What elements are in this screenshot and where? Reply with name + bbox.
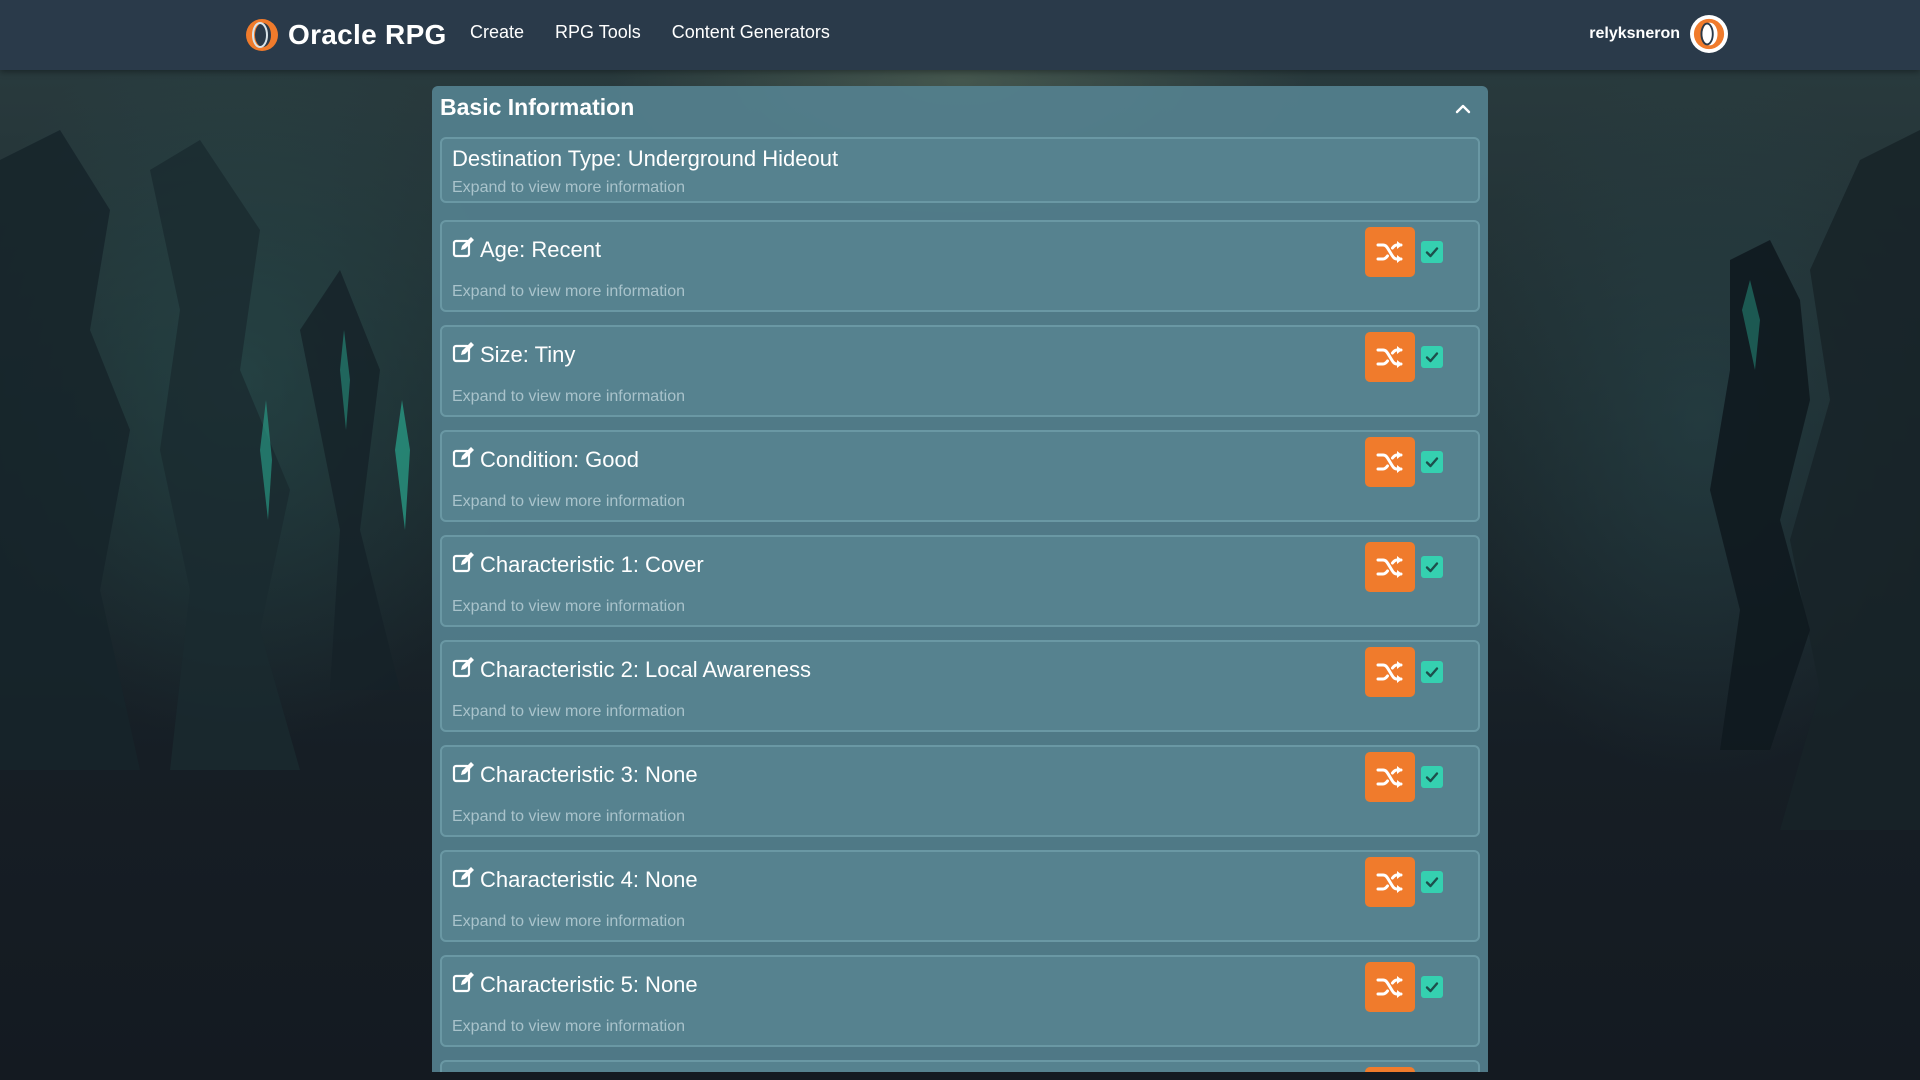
attribute-card-4[interactable]: Characteristic 1: Cover Expand to view m…: [440, 535, 1480, 627]
edit-square-icon[interactable]: [452, 655, 476, 679]
shuffle-button[interactable]: [1365, 647, 1415, 697]
attribute-card-2[interactable]: Size: Tiny Expand to view more informati…: [440, 325, 1480, 417]
attribute-card-1[interactable]: Age: Recent Expand to view more informat…: [440, 220, 1480, 312]
shuffle-button[interactable]: [1365, 542, 1415, 592]
cave-silhouette-left: [0, 130, 410, 770]
attribute-title: Characteristic 5: None: [480, 972, 698, 997]
include-checkbox[interactable]: [1421, 451, 1443, 473]
include-checkbox[interactable]: [1421, 976, 1443, 998]
attribute-subtitle: Expand to view more information: [452, 913, 685, 930]
attribute-title: Age: Recent: [480, 237, 602, 262]
include-checkbox[interactable]: [1421, 241, 1443, 263]
nav-link-rpg-tools[interactable]: RPG Tools: [555, 22, 641, 43]
brand-name: Oracle RPG: [288, 19, 447, 50]
user-menu[interactable]: relyksneron: [1589, 15, 1728, 53]
panel-title: Basic Information: [440, 94, 635, 120]
attribute-title: Characteristic 3: None: [480, 762, 698, 787]
checkbox-checked-icon: [1425, 352, 1439, 363]
edit-square-icon[interactable]: [452, 235, 476, 259]
list-item[interactable]: [440, 1060, 1480, 1072]
attribute-card-head: Characteristic 5: None: [452, 972, 698, 998]
shuffle-button[interactable]: [1365, 962, 1415, 1012]
attribute-subtitle: Expand to view more information: [452, 703, 685, 720]
cave-silhouette-right: [1710, 130, 1920, 830]
attribute-title: Characteristic 1: Cover: [480, 552, 704, 577]
shuffle-icon: [1376, 976, 1403, 998]
attribute-title: Condition: Good: [480, 447, 639, 472]
nav-link-content-generators[interactable]: Content Generators: [672, 22, 830, 43]
include-checkbox[interactable]: [1421, 346, 1443, 368]
brand-home-link[interactable]: Oracle RPG: [244, 16, 447, 54]
include-checkbox[interactable]: [1421, 556, 1443, 578]
edit-square-icon[interactable]: [452, 445, 476, 469]
panel-header[interactable]: Basic Information: [432, 86, 1488, 134]
checkbox-checked-icon: [1425, 562, 1439, 573]
edit-square-icon[interactable]: [452, 970, 476, 994]
edit-square-icon[interactable]: [452, 340, 476, 364]
attribute-subtitle: Expand to view more information: [452, 283, 685, 300]
checkbox-checked-icon: [1425, 772, 1439, 783]
attribute-card-8[interactable]: Characteristic 5: None Expand to view mo…: [440, 955, 1480, 1047]
attribute-card-6[interactable]: Characteristic 3: None Expand to view mo…: [440, 745, 1480, 837]
shuffle-button[interactable]: [1365, 332, 1415, 382]
attribute-title: Characteristic 4: None: [480, 867, 698, 892]
checkbox-checked-icon: [1425, 457, 1439, 468]
include-checkbox[interactable]: [1421, 661, 1443, 683]
destination-type-title: Destination Type: Underground Hideout: [452, 146, 839, 171]
attribute-card-3[interactable]: Condition: Good Expand to view more info…: [440, 430, 1480, 522]
shuffle-button[interactable]: [1365, 857, 1415, 907]
attribute-card-head: Size: Tiny: [452, 342, 575, 368]
shuffle-button[interactable]: [1365, 437, 1415, 487]
attribute-card-head: Characteristic 1: Cover: [452, 552, 704, 578]
username: relyksneron: [1589, 25, 1680, 42]
oracle-ring-avatar-icon: [1693, 18, 1725, 50]
destination-type-card[interactable]: Destination Type: Underground Hideout Ex…: [440, 137, 1480, 203]
shuffle-button[interactable]: [1365, 1067, 1415, 1072]
attribute-subtitle: Expand to view more information: [452, 808, 685, 825]
attribute-card-7[interactable]: Characteristic 4: None Expand to view mo…: [440, 850, 1480, 942]
chevron-up-icon[interactable]: [1452, 98, 1474, 120]
attribute-subtitle: Expand to view more information: [452, 598, 685, 615]
attribute-title: Size: Tiny: [480, 342, 576, 367]
checkbox-checked-icon: [1425, 877, 1439, 888]
shuffle-icon: [1376, 451, 1403, 473]
shuffle-icon: [1376, 661, 1403, 683]
edit-square-icon[interactable]: [452, 760, 476, 784]
shuffle-icon: [1376, 556, 1403, 578]
attribute-card-head: Characteristic 3: None: [452, 762, 698, 788]
checkbox-checked-icon: [1425, 247, 1439, 258]
shuffle-icon: [1376, 241, 1403, 263]
include-checkbox[interactable]: [1421, 871, 1443, 893]
checkbox-checked-icon: [1425, 982, 1439, 993]
attribute-title: Characteristic 2: Local Awareness: [480, 657, 811, 682]
attribute-subtitle: Expand to view more information: [452, 388, 685, 405]
checkbox-checked-icon: [1425, 667, 1439, 678]
main-nav: Create RPG Tools Content Generators: [470, 22, 830, 43]
attribute-card-head: Characteristic 2: Local Awareness: [452, 657, 811, 683]
attribute-card-head: Age: Recent: [452, 237, 601, 263]
oracle-ring-logo-icon: [246, 19, 278, 51]
attribute-card-head: Characteristic 4: None: [452, 867, 698, 893]
attribute-card-head: Condition: Good: [452, 447, 639, 473]
shuffle-icon: [1376, 871, 1403, 893]
edit-square-icon[interactable]: [452, 550, 476, 574]
top-navbar: Oracle RPG Create RPG Tools Content Gene…: [0, 0, 1920, 70]
attribute-subtitle: Expand to view more information: [452, 493, 685, 510]
shuffle-icon: [1376, 766, 1403, 788]
shuffle-icon: [1376, 346, 1403, 368]
edit-square-icon[interactable]: [452, 865, 476, 889]
shuffle-button[interactable]: [1365, 752, 1415, 802]
destination-type-subtitle: Expand to view more information: [452, 179, 685, 196]
basic-information-panel: Basic Information Destination Type: Unde…: [432, 86, 1488, 1072]
nav-link-create[interactable]: Create: [470, 22, 524, 43]
attribute-subtitle: Expand to view more information: [452, 1018, 685, 1035]
shuffle-button[interactable]: [1365, 227, 1415, 277]
include-checkbox[interactable]: [1421, 766, 1443, 788]
attribute-card-5[interactable]: Characteristic 2: Local Awareness Expand…: [440, 640, 1480, 732]
avatar[interactable]: [1690, 15, 1728, 53]
